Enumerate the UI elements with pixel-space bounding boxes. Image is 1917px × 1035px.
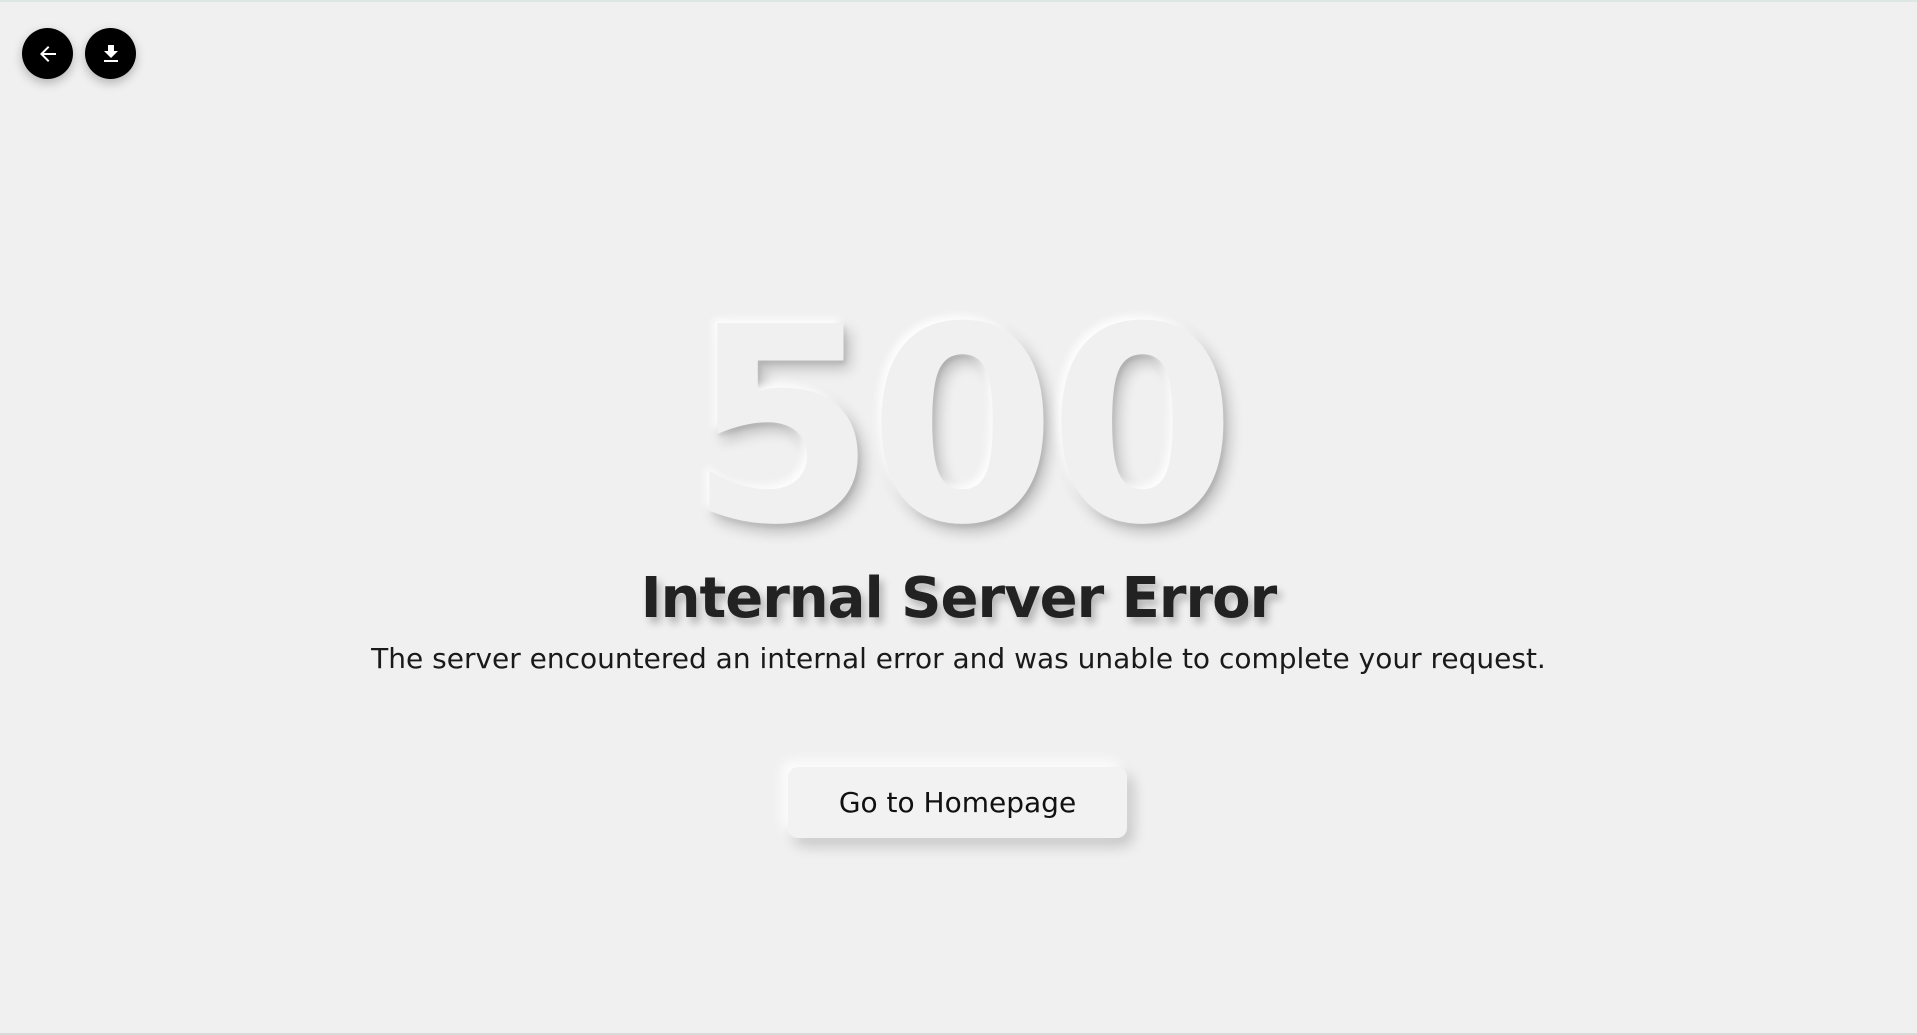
download-icon [103, 44, 118, 62]
back-button[interactable] [22, 28, 73, 79]
top-controls [22, 28, 136, 79]
error-code: 500 [688, 269, 1237, 584]
download-button[interactable] [85, 28, 136, 79]
arrow-left-icon [39, 45, 56, 62]
error-description: The server encountered an internal error… [371, 642, 1546, 675]
error-title: Internal Server Error [640, 566, 1278, 631]
go-to-homepage-button[interactable]: Go to Homepage [788, 767, 1127, 838]
